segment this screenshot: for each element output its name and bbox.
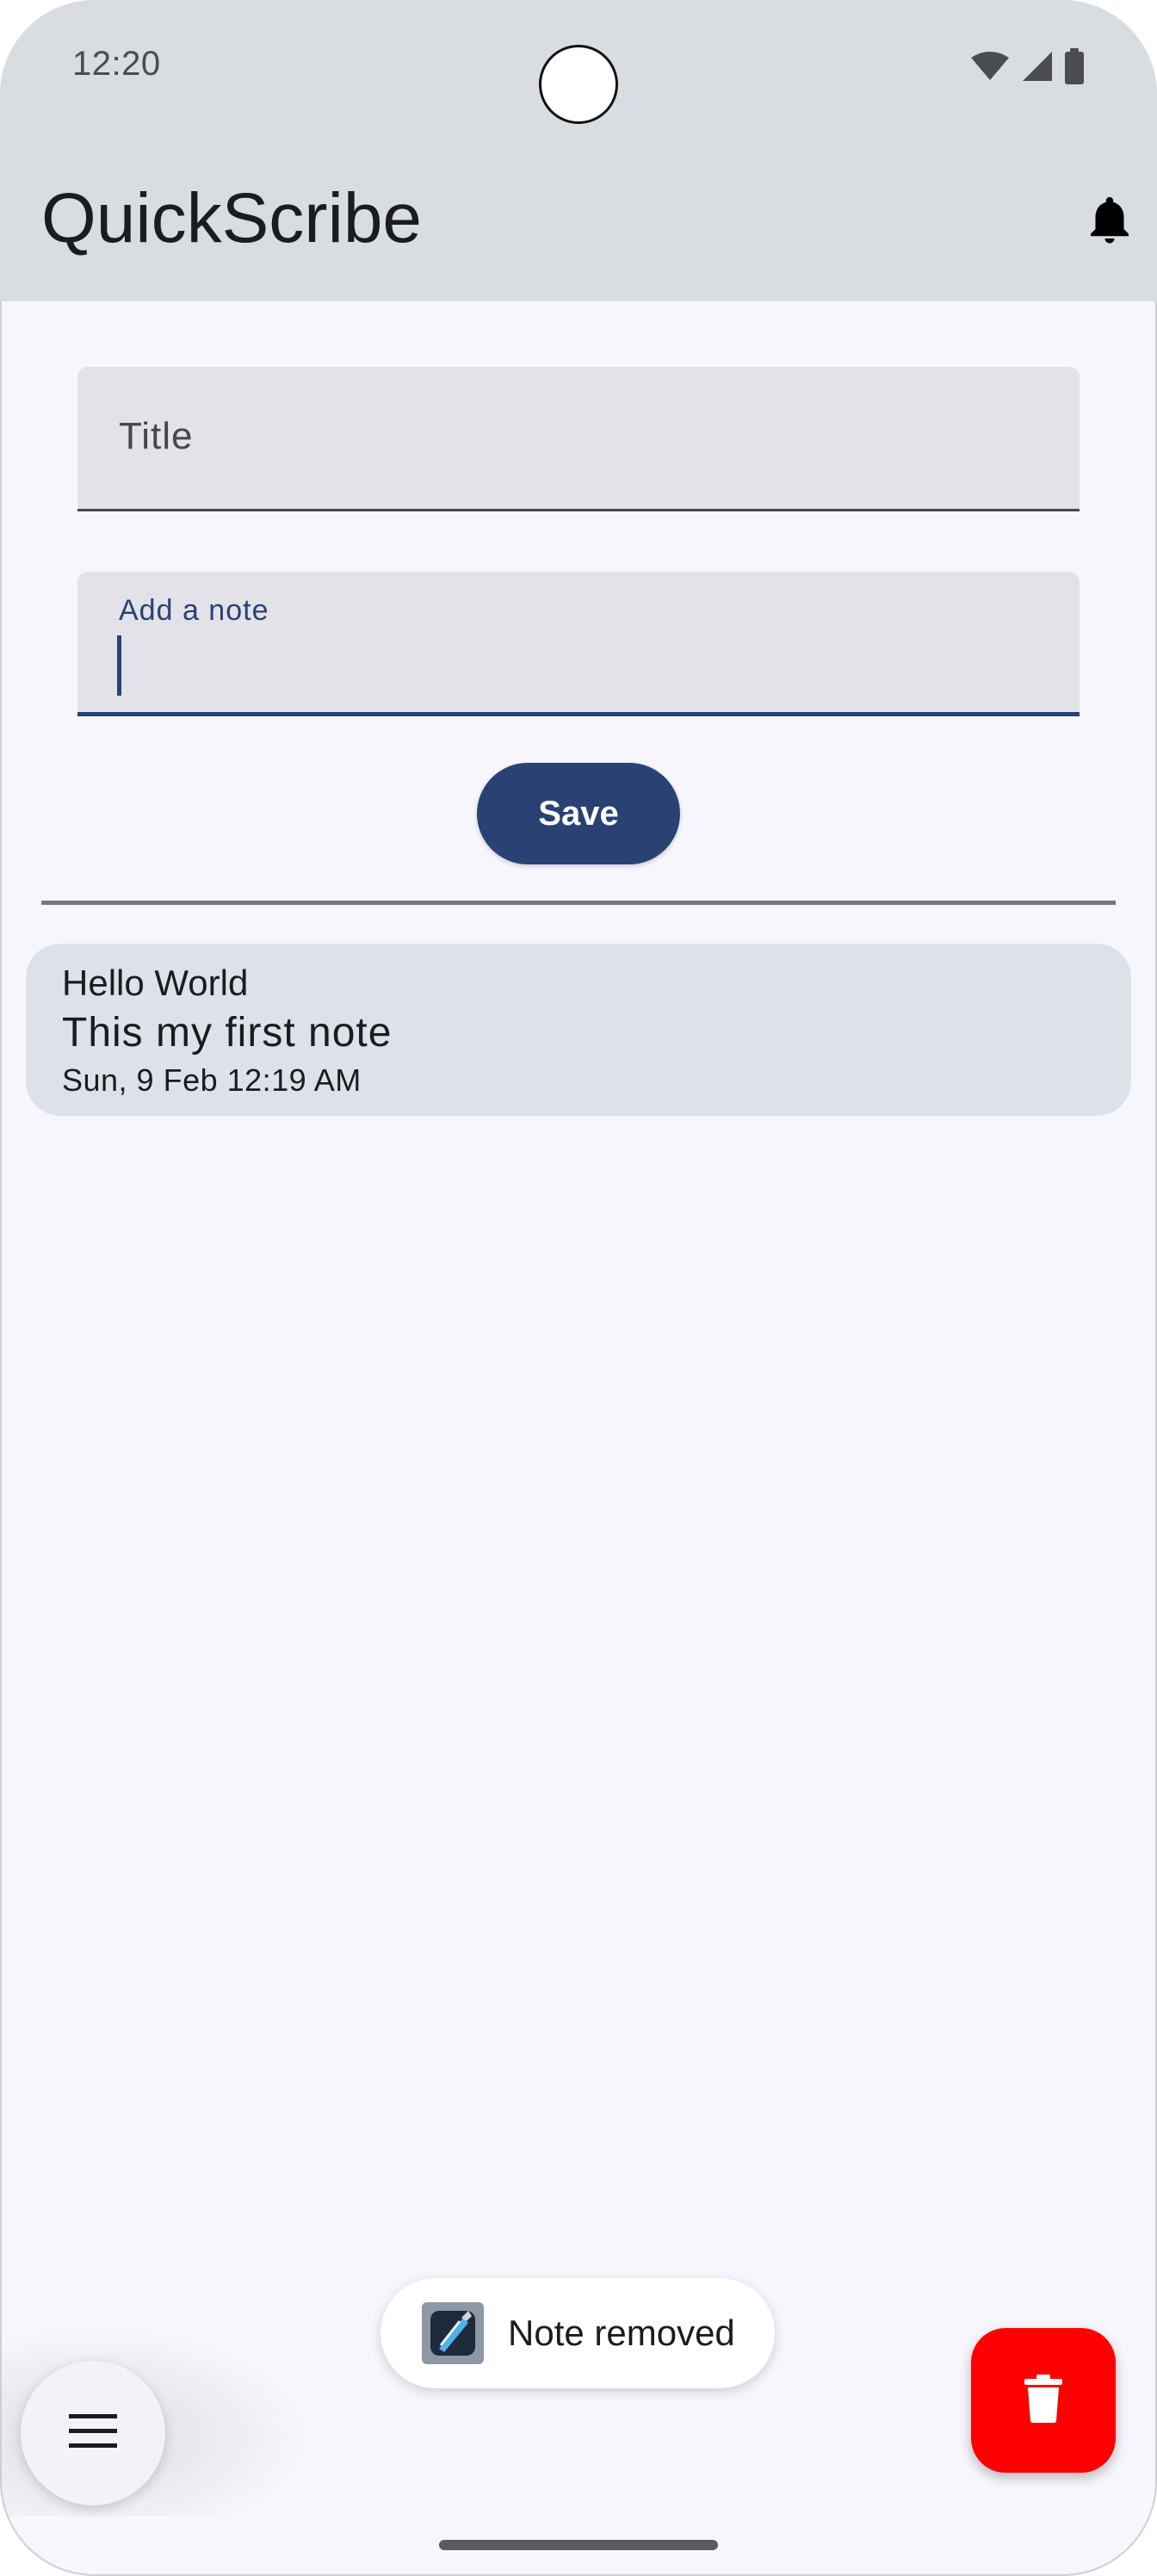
status-icons	[969, 48, 1085, 84]
camera-cutout	[539, 45, 618, 124]
bell-icon[interactable]	[1081, 191, 1138, 248]
title-input[interactable]: Title	[77, 367, 1080, 511]
wifi-icon	[969, 51, 1011, 82]
save-button[interactable]: Save	[477, 763, 680, 864]
cellular-signal-icon	[1021, 50, 1054, 83]
toast-message: Note removed	[508, 2313, 735, 2353]
home-indicator[interactable]	[439, 2540, 718, 2550]
note-title: Hello World	[62, 963, 249, 1003]
note-input-label: Add a note	[119, 594, 269, 627]
note-card[interactable]: Hello World This my first note Sun, 9 Fe…	[26, 944, 1131, 1116]
app-icon	[422, 2302, 484, 2364]
menu-button[interactable]	[21, 2361, 165, 2505]
note-body: This my first note	[62, 1010, 393, 1056]
divider	[41, 901, 1116, 905]
title-placeholder: Title	[119, 415, 194, 457]
delete-button[interactable]	[971, 2328, 1116, 2473]
top-app-bar: 12:20 QuickScribe	[0, 0, 1157, 301]
battery-icon	[1064, 48, 1085, 84]
toast: Note removed	[381, 2278, 775, 2388]
trash-icon	[1024, 2374, 1062, 2427]
note-date: Sun, 9 Feb 12:19 AM	[62, 1062, 362, 1098]
text-cursor	[117, 635, 121, 696]
menu-icon	[67, 2412, 119, 2455]
phone-screen: 12:20 QuickScribe Title Add a note Save …	[0, 0, 1157, 2576]
app-title: QuickScribe	[41, 179, 423, 257]
note-input[interactable]: Add a note	[77, 572, 1080, 716]
status-time: 12:20	[72, 45, 161, 83]
